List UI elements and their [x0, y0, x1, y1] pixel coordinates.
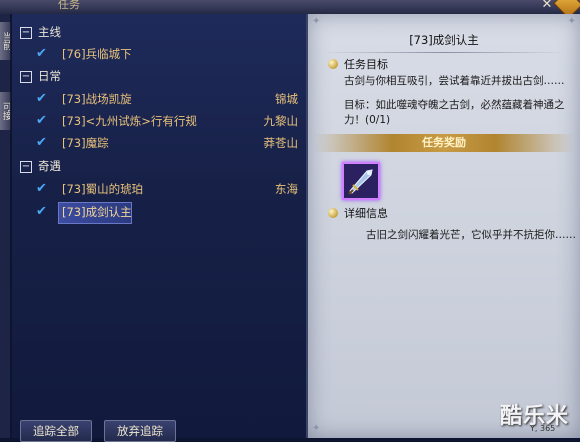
quest-title: [73]蜀山的琥珀: [62, 182, 144, 196]
window-titlebar: 任务: [0, 0, 580, 14]
quest-title: [73]<九州试炼>行有行规: [62, 114, 197, 128]
quest-row[interactable]: ✔ [73]魔踪 莽苍山: [12, 133, 306, 153]
quest-title: [73]战场凯旋: [62, 92, 132, 106]
tab-current[interactable]: 当前: [0, 22, 11, 60]
detail-info-text: 古旧之剑闪耀着光芒，它似乎并不抗拒你……: [366, 229, 576, 241]
bullet-icon: [328, 59, 338, 69]
corner-ornament-icon: ✦: [312, 423, 321, 434]
quest-detail-title: [73]成剑认主: [409, 33, 479, 47]
collapse-toggle-icon[interactable]: −: [20, 161, 32, 173]
window-title: 任务: [58, 0, 80, 11]
quest-location: 莽苍山: [263, 136, 299, 150]
watermark-sub: Y, 365: [530, 424, 556, 433]
divider: [322, 52, 566, 53]
category-label: 奇遇: [38, 159, 61, 173]
category-label: 日常: [38, 69, 61, 83]
check-icon[interactable]: ✔: [36, 111, 50, 131]
category-row-adventure[interactable]: − 奇遇: [12, 156, 306, 176]
quest-title: [73]魔踪: [62, 136, 109, 150]
side-tabs: 当前 可接: [0, 14, 11, 438]
goal-text: 目标：如此噬魂夺魄之古剑，必然蕴藏着神通之力！(0/1): [344, 99, 565, 126]
quest-title: [73]成剑认主: [62, 205, 132, 219]
check-icon[interactable]: ✔: [36, 202, 50, 222]
category-row-daily[interactable]: − 日常: [12, 66, 306, 86]
objective-label: 任务目标: [344, 58, 388, 71]
quest-row[interactable]: ✔ [76]兵临城下: [12, 44, 306, 64]
corner-ornament-icon: ✦: [312, 16, 321, 27]
objective-text: 古剑与你相互吸引，尝试着靠近并拔出古剑……: [344, 75, 565, 87]
abandon-track-button[interactable]: 放弃追踪: [104, 420, 176, 442]
category-row-main[interactable]: − 主线: [12, 22, 306, 42]
quest-location: 锦城: [275, 92, 298, 106]
collapse-toggle-icon[interactable]: −: [20, 71, 32, 83]
quest-location: 九黎山: [263, 114, 299, 128]
reward-item-slot[interactable]: [342, 162, 380, 200]
quest-row-selected[interactable]: ✔ [73]成剑认主: [12, 202, 306, 222]
quest-row[interactable]: ✔ [73]蜀山的琥珀 东海: [12, 179, 306, 199]
quest-row[interactable]: ✔ [73]<九州试炼>行有行规 九黎山: [12, 111, 306, 131]
quest-title: [76]兵临城下: [62, 47, 132, 61]
detail-info-label: 详细信息: [344, 207, 388, 220]
collapse-toggle-icon[interactable]: −: [20, 27, 32, 39]
check-icon[interactable]: ✔: [36, 133, 50, 153]
corner-ornament-icon: ✦: [567, 16, 576, 27]
quest-location: 东海: [275, 182, 298, 196]
close-icon[interactable]: ✕: [539, 0, 555, 12]
quest-row[interactable]: ✔ [73]战场凯旋 锦城: [12, 89, 306, 109]
bullet-icon: [328, 208, 338, 218]
category-label: 主线: [38, 25, 61, 39]
track-all-button[interactable]: 追踪全部: [20, 420, 92, 442]
quest-detail-panel: ✦ ✦ ✦ [73]成剑认主 任务目标 古剑与你相互吸引，尝试着靠近并拔出古剑……: [308, 14, 580, 438]
sword-icon: [344, 164, 378, 198]
tab-available[interactable]: 可接: [0, 92, 11, 130]
reward-header: 任务奖励: [314, 134, 574, 152]
quest-list-panel: − 主线 ✔ [76]兵临城下 − 日常 ✔ [73]战场凯旋 锦城 ✔ [73…: [12, 14, 308, 442]
check-icon[interactable]: ✔: [36, 44, 50, 64]
check-icon[interactable]: ✔: [36, 89, 50, 109]
check-icon[interactable]: ✔: [36, 179, 50, 199]
